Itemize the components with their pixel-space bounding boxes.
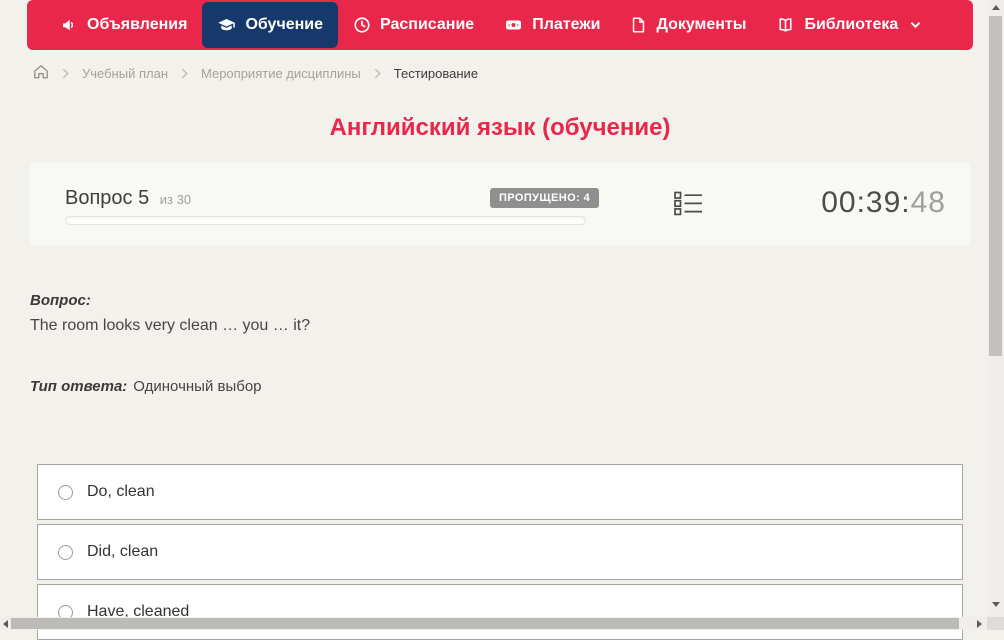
nav-item-documents[interactable]: Документы <box>615 3 761 47</box>
nav-item-payments[interactable]: Платежи <box>489 3 615 47</box>
answer-type-row: Тип ответа: Одиночный выбор <box>30 378 262 395</box>
nav-item-label: Библиотека <box>804 16 899 33</box>
megaphone-icon <box>60 16 78 34</box>
scrollbar-corner <box>987 617 1004 630</box>
answer-type-value: Одиночный выбор <box>133 378 262 395</box>
timer-minutes: 00:39: <box>821 186 911 219</box>
nav-item-announcements[interactable]: Объявления <box>45 3 202 47</box>
question-header-card: Вопрос 5 из 30 ПРОПУЩЕНО: 4 00:39:48 <box>30 163 970 245</box>
scroll-down-arrow-icon[interactable] <box>992 602 1000 607</box>
open-book-icon <box>776 16 795 34</box>
question-list-icon[interactable] <box>674 191 703 221</box>
question-number: Вопрос 5 из 30 <box>65 187 191 210</box>
radio-button[interactable] <box>58 484 73 500</box>
scroll-right-arrow-icon[interactable] <box>977 620 982 628</box>
banknote-icon <box>504 16 523 34</box>
breadcrumb-item-curriculum[interactable]: Учебный план <box>82 66 168 81</box>
option-label: Do, clean <box>87 483 155 500</box>
main-navbar: Объявления Обучение Расписание Платежи Д… <box>27 0 973 50</box>
vertical-scroll-thumb[interactable] <box>989 16 1002 356</box>
chevron-down-icon <box>910 21 921 29</box>
horizontal-scrollbar[interactable] <box>0 617 987 630</box>
horizontal-scroll-thumb[interactable] <box>11 618 959 629</box>
nav-item-label: Расписание <box>380 16 475 33</box>
home-icon[interactable] <box>33 64 49 82</box>
answer-options: Do, clean Did, clean Have, cleaned <box>37 464 963 640</box>
answer-option[interactable]: Do, clean <box>37 464 963 520</box>
nav-item-library[interactable]: Библиотека <box>761 3 936 47</box>
chevron-right-icon <box>62 68 69 79</box>
skipped-badge: ПРОПУЩЕНО: 4 <box>490 188 600 208</box>
answer-option[interactable]: Have, cleaned <box>37 584 963 640</box>
nav-item-learning[interactable]: Обучение <box>202 2 339 48</box>
page-title: Английский язык (обучение) <box>329 114 671 141</box>
graduation-cap-icon <box>217 16 236 34</box>
chevron-right-icon <box>181 68 188 79</box>
breadcrumb-item-testing: Тестирование <box>393 65 479 81</box>
scroll-up-arrow-icon[interactable] <box>992 5 1000 10</box>
answer-type-label: Тип ответа: <box>30 378 128 395</box>
scroll-left-arrow-icon[interactable] <box>3 620 8 628</box>
radio-button[interactable] <box>58 544 73 560</box>
vertical-scrollbar[interactable] <box>987 0 1004 617</box>
answer-option[interactable]: Did, clean <box>37 524 963 580</box>
nav-item-label: Объявления <box>87 16 188 33</box>
chevron-right-icon <box>374 68 381 79</box>
nav-item-label: Платежи <box>532 16 601 33</box>
nav-item-schedule[interactable]: Расписание <box>338 3 489 47</box>
question-of-total: из 30 <box>159 192 192 207</box>
breadcrumb: Учебный план Мероприятие дисциплины Тест… <box>33 63 478 83</box>
document-icon <box>630 16 647 34</box>
question-heading: Вопрос: <box>30 292 91 309</box>
nav-item-label: Обучение <box>245 16 324 33</box>
question-text: The room looks very clean … you … it? <box>30 317 311 334</box>
timer-seconds: 48 <box>910 186 946 219</box>
nav-item-label: Документы <box>656 16 747 33</box>
countdown-timer: 00:39:48 <box>821 186 946 220</box>
option-label: Did, clean <box>87 543 159 560</box>
test-progress-bar <box>65 216 586 225</box>
question-number-label: Вопрос 5 <box>65 187 150 209</box>
breadcrumb-item-discipline-event[interactable]: Мероприятие дисциплины <box>201 66 361 81</box>
clock-icon <box>353 16 371 34</box>
